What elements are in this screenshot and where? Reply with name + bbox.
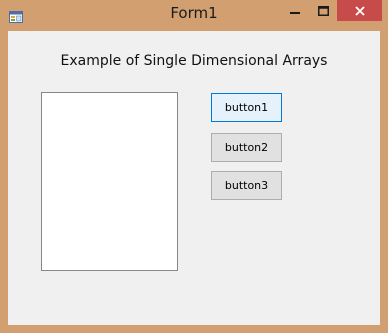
close-icon [354,1,365,20]
array-listbox[interactable] [41,92,178,271]
form-client-area: Example of Single Dimensional Arrays but… [8,31,380,325]
button1[interactable]: button1 [211,93,282,122]
button3[interactable]: button3 [211,171,282,200]
minimize-button[interactable] [281,0,309,21]
window-frame: Form1 Example of Single Dimensional Arra… [0,0,388,333]
close-button[interactable] [337,0,382,21]
title-bar[interactable]: Form1 [0,0,388,30]
button2[interactable]: button2 [211,133,282,162]
maximize-button[interactable] [309,0,337,21]
minimize-icon [290,1,300,20]
form-heading-label: Example of Single Dimensional Arrays [60,53,328,69]
maximize-icon [317,1,329,20]
